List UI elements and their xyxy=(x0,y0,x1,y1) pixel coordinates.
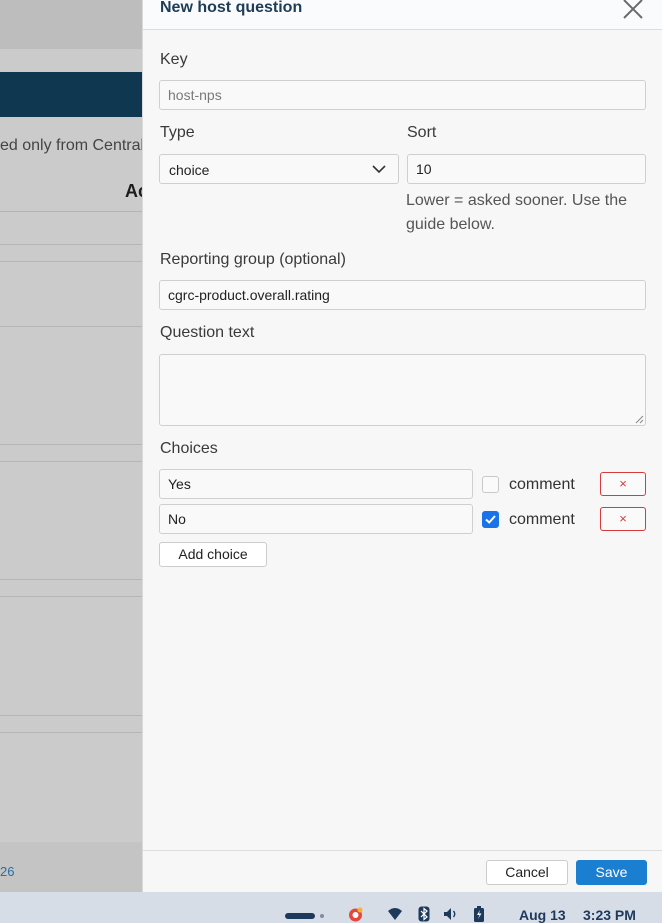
sort-label: Sort xyxy=(407,124,437,141)
choice-input-yes[interactable] xyxy=(159,469,473,499)
sort-hint: Lower = asked sooner. Use the guide belo… xyxy=(406,192,628,233)
bluetooth-icon[interactable] xyxy=(418,906,430,922)
type-select[interactable]: choice xyxy=(159,154,399,184)
type-label: Type xyxy=(160,124,195,141)
new-host-question-panel: New host question Key Type choice Sort L… xyxy=(142,0,662,892)
resize-grip-icon[interactable] xyxy=(635,415,644,424)
system-taskbar: Aug 13 3:23 PM xyxy=(0,892,662,923)
checkmark-icon xyxy=(485,515,496,524)
comment-checkbox-no[interactable] xyxy=(482,511,499,528)
type-select-value: choice xyxy=(169,162,210,178)
key-label: Key xyxy=(160,51,188,68)
add-choice-button[interactable]: Add choice xyxy=(159,542,267,567)
volume-icon[interactable] xyxy=(443,906,459,922)
workspace-indicator[interactable] xyxy=(285,913,315,919)
remove-choice-no-button[interactable]: × xyxy=(600,507,646,531)
panel-footer: Cancel Save xyxy=(143,850,662,892)
question-text-label: Question text xyxy=(160,324,255,341)
panel-title: New host question xyxy=(160,0,303,16)
chevron-down-icon xyxy=(372,165,386,174)
comment-label-no: comment xyxy=(509,511,575,528)
battery-icon[interactable] xyxy=(473,906,485,922)
reporting-group-label: Reporting group (optional) xyxy=(160,251,346,268)
background-note: ed only from Central xyxy=(0,137,145,154)
comment-checkbox-yes[interactable] xyxy=(482,476,499,493)
save-button[interactable]: Save xyxy=(576,860,647,885)
question-text-area[interactable] xyxy=(159,354,646,426)
taskbar-time[interactable]: 3:23 PM xyxy=(583,907,636,923)
taskbar-date[interactable]: Aug 13 xyxy=(519,907,566,923)
key-input[interactable] xyxy=(159,80,646,110)
reporting-group-input[interactable] xyxy=(159,280,646,310)
panel-header: New host question xyxy=(143,0,662,30)
close-icon[interactable] xyxy=(623,0,643,19)
choice-input-no[interactable] xyxy=(159,504,473,534)
cancel-button[interactable]: Cancel xyxy=(486,860,568,885)
workspace-dot[interactable] xyxy=(320,914,324,918)
comment-label-yes: comment xyxy=(509,476,575,493)
app-icon[interactable] xyxy=(347,906,364,922)
remove-choice-yes-button[interactable]: × xyxy=(600,472,646,496)
background-footer-link: 26 xyxy=(0,864,15,879)
wifi-icon[interactable] xyxy=(387,906,403,922)
choices-label: Choices xyxy=(160,440,218,457)
sort-input[interactable] xyxy=(407,154,646,184)
